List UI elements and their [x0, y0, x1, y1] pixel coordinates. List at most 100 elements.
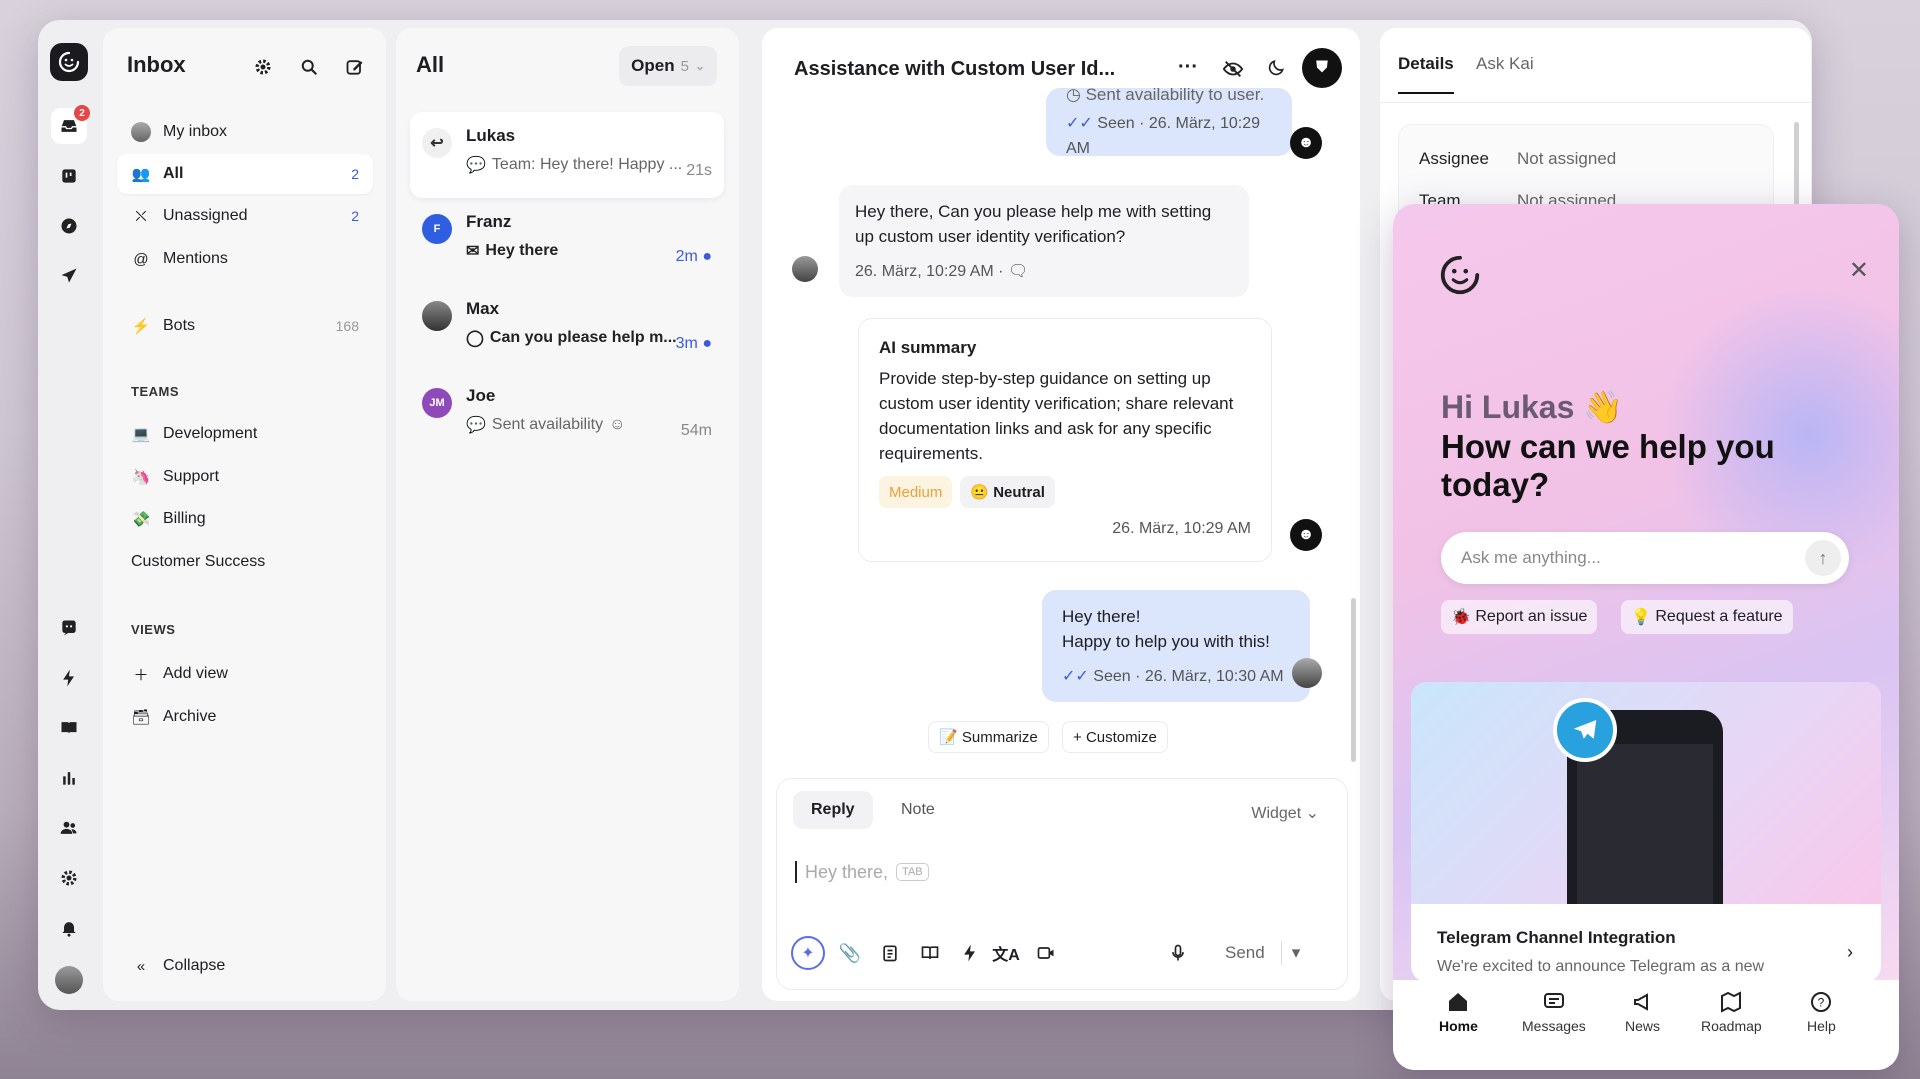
tab-details[interactable]: Details [1398, 54, 1454, 94]
clipboard-icon[interactable] [873, 936, 907, 970]
settings-icon[interactable] [51, 860, 87, 896]
book-icon[interactable] [51, 710, 87, 746]
board-icon[interactable] [51, 158, 87, 194]
message-bubble: Hey there, Can you please help me with s… [839, 185, 1249, 297]
channel-dropdown[interactable]: Widget ⌄ [1251, 803, 1319, 823]
help-widget: ✕ Hi Lukas 👋 How can we help you today? … [1393, 204, 1899, 1070]
team-billing[interactable]: 💸 Billing [117, 499, 373, 539]
tab-reply[interactable]: Reply [793, 791, 873, 829]
search-icon[interactable] [297, 55, 321, 79]
microphone-icon[interactable] [1161, 936, 1195, 970]
lightning-icon[interactable] [51, 660, 87, 696]
reply-input[interactable]: Hey there, TAB [795, 861, 929, 883]
conversation-item[interactable]: F Franz ✉ Hey there 2m ● [410, 198, 724, 284]
svg-text:?: ? [1818, 996, 1825, 1010]
collapse-button[interactable]: «Collapse [117, 946, 373, 986]
team-support[interactable]: 🦄 Support [117, 457, 373, 497]
widget-nav-home[interactable]: Home [1439, 990, 1478, 1054]
video-icon[interactable] [1029, 936, 1063, 970]
bell-icon[interactable] [51, 910, 87, 946]
summarize-button[interactable]: 📝 Summarize [928, 721, 1049, 753]
computer-icon: 💻 [131, 426, 151, 443]
tab-ask-kai[interactable]: Ask Kai [1476, 54, 1534, 74]
widget-search-input[interactable]: Ask me anything... ↑ [1441, 532, 1849, 584]
sidebar-item-all[interactable]: 👥 All 2 [117, 154, 373, 194]
conversation-item[interactable]: Max ◯ Can you please help m... 3m ● [410, 285, 724, 371]
app-logo[interactable] [50, 43, 88, 81]
message-bubble: Hey there! Happy to help you with this! … [1042, 590, 1310, 702]
message-bubble: ◷ Sent availability to user. ✓✓ Seen · 2… [1046, 88, 1292, 156]
compose-icon[interactable] [343, 55, 367, 79]
widget-nav-roadmap[interactable]: Roadmap [1701, 990, 1762, 1054]
telegram-icon [1553, 698, 1617, 762]
gear-icon[interactable] [251, 55, 275, 79]
eye-off-icon[interactable] [1222, 58, 1244, 85]
chat-bubble-icon: 💬 [466, 417, 486, 434]
unassigned-icon: ⛌ [135, 207, 147, 225]
avatar [131, 122, 151, 142]
sidebar-title: Inbox [127, 52, 186, 77]
send-button[interactable]: Send ▾ [1209, 936, 1310, 970]
ai-sparkle-icon[interactable]: ✦ [791, 936, 825, 970]
money-icon: 💸 [131, 511, 151, 528]
report-issue-button[interactable]: 🐞 Report an issue [1441, 600, 1598, 634]
widget-logo [1437, 252, 1483, 303]
arrow-up-icon[interactable]: ↑ [1805, 540, 1841, 576]
widget-greeting: Hi Lukas 👋 [1441, 389, 1624, 425]
team-customer-success[interactable]: Customer Success [117, 542, 373, 582]
user-avatar[interactable] [51, 962, 87, 998]
close-conversation-icon[interactable]: ⛊ [1302, 48, 1342, 88]
sidebar-item-mentions[interactable]: @ Mentions [117, 239, 373, 279]
add-view-button[interactable]: ＋ Add view [117, 654, 373, 694]
view-archive[interactable]: 🗃 Archive [117, 697, 373, 737]
translate-icon[interactable]: 文A [989, 936, 1023, 970]
list-title: All [416, 52, 445, 77]
team-development[interactable]: 💻 Development [117, 414, 373, 454]
at-icon: @ [133, 250, 149, 268]
tab-note[interactable]: Note [883, 791, 953, 829]
widget-nav-messages[interactable]: Messages [1522, 990, 1586, 1054]
inbox-icon[interactable]: 2 [51, 105, 90, 144]
lightning-icon[interactable] [953, 936, 987, 970]
send-icon[interactable] [51, 258, 87, 294]
ai-summary-card: AI summary Provide step-by-step guidance… [858, 318, 1272, 562]
lightning-icon: ⚡ [131, 318, 151, 335]
compass-icon[interactable] [51, 208, 87, 244]
chat-bot-icon[interactable] [51, 610, 87, 646]
chevron-down-icon[interactable]: ▾ [1280, 941, 1311, 965]
moon-icon[interactable] [1266, 58, 1286, 83]
scrollbar[interactable] [1351, 598, 1356, 762]
chat-bubble-icon: 🗨 [1007, 263, 1029, 280]
sidebar-item-unassigned[interactable]: ⛌ Unassigned 2 [117, 196, 373, 236]
status-filter-dropdown[interactable]: Open 5 ⌄ [619, 46, 717, 86]
chevron-right-icon: › [1847, 942, 1853, 962]
tab-hint: TAB [896, 863, 929, 881]
count-badge: 2 [351, 208, 359, 224]
inbox-badge: 2 [74, 105, 90, 121]
views-heading: VIEWS [131, 622, 176, 637]
smile-icon: ☺ [609, 416, 626, 433]
neutral-face-icon: 😐 [970, 483, 994, 501]
news-card[interactable]: Telegram Channel Integration We're excit… [1411, 682, 1881, 982]
contacts-icon[interactable] [51, 810, 87, 846]
paperclip-icon[interactable]: 📎 [833, 936, 867, 970]
book-icon[interactable] [913, 936, 947, 970]
sidebar-item-my-inbox[interactable]: My inbox [117, 112, 373, 152]
more-icon[interactable]: ··· [1178, 56, 1198, 79]
customize-button[interactable]: + Customize [1062, 721, 1168, 753]
reports-icon[interactable] [51, 760, 87, 796]
request-feature-button[interactable]: 💡 Request a feature [1621, 600, 1793, 634]
widget-nav-news[interactable]: News [1625, 990, 1660, 1054]
conversation-item[interactable]: ↩ Lukas 💬 Team: Hey there! Happy ... 21s [410, 112, 724, 198]
sidebar-item-bots[interactable]: ⚡ Bots 168 [117, 306, 373, 346]
avatar: JM [422, 388, 452, 418]
conversation-item[interactable]: JM Joe 💬 Sent availability ☺ 54m [410, 372, 724, 458]
mail-icon: ✉ [466, 243, 480, 260]
close-icon[interactable]: ✕ [1849, 256, 1869, 285]
plus-icon: + [1073, 728, 1086, 746]
priority-badge: Medium [879, 476, 953, 508]
widget-nav-help[interactable]: ? Help [1807, 990, 1836, 1054]
conversation-list: All ✓ Open5⌄ ↩ Lukas 💬Team: Hey there! H… [396, 28, 739, 1001]
news-image [1411, 682, 1881, 904]
widget-headline: How can we help you today? [1441, 428, 1775, 503]
